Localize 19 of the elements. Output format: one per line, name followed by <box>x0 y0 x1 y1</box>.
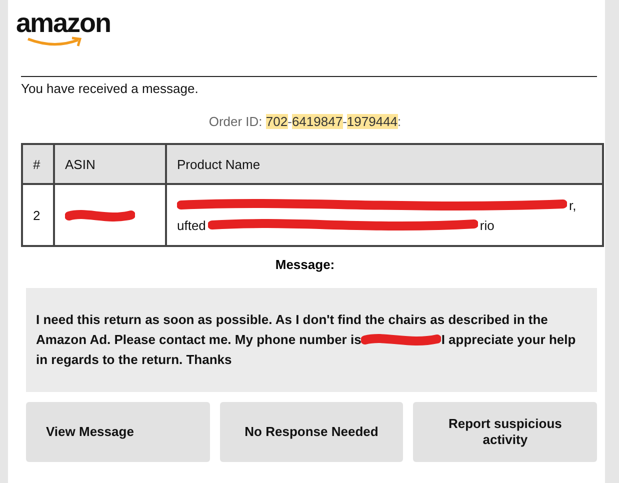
column-header: # <box>22 144 54 184</box>
intro-text: You have received a message. <box>21 81 200 96</box>
message-text: I need this return as soon as possible. As I don't find the chairs as described in the <box>36 311 548 329</box>
redaction-mark <box>65 208 135 223</box>
action-button[interactable]: View Message <box>26 402 210 462</box>
action-button[interactable]: Report suspicious activity <box>413 402 598 462</box>
order-id: Order ID: 702-6419847-1979444: <box>208 114 402 129</box>
message-text: in regards to the return. Thanks <box>36 351 232 369</box>
message-text: Amazon Ad. Please contact me. My phone number is <box>36 331 362 349</box>
column-header: Product Name <box>166 144 603 184</box>
product-text: rio <box>480 218 494 232</box>
amazon-logo: amazon <box>16 10 111 48</box>
column-header: ASIN <box>54 144 166 184</box>
action-button[interactable]: No Response Needed <box>220 402 404 462</box>
table-cell: 2 <box>22 184 54 246</box>
product-text: ufted <box>177 218 206 232</box>
message-text: I appreciate your help <box>441 331 576 349</box>
message-heading: Message: <box>274 257 336 272</box>
product-text: r, <box>569 198 576 212</box>
